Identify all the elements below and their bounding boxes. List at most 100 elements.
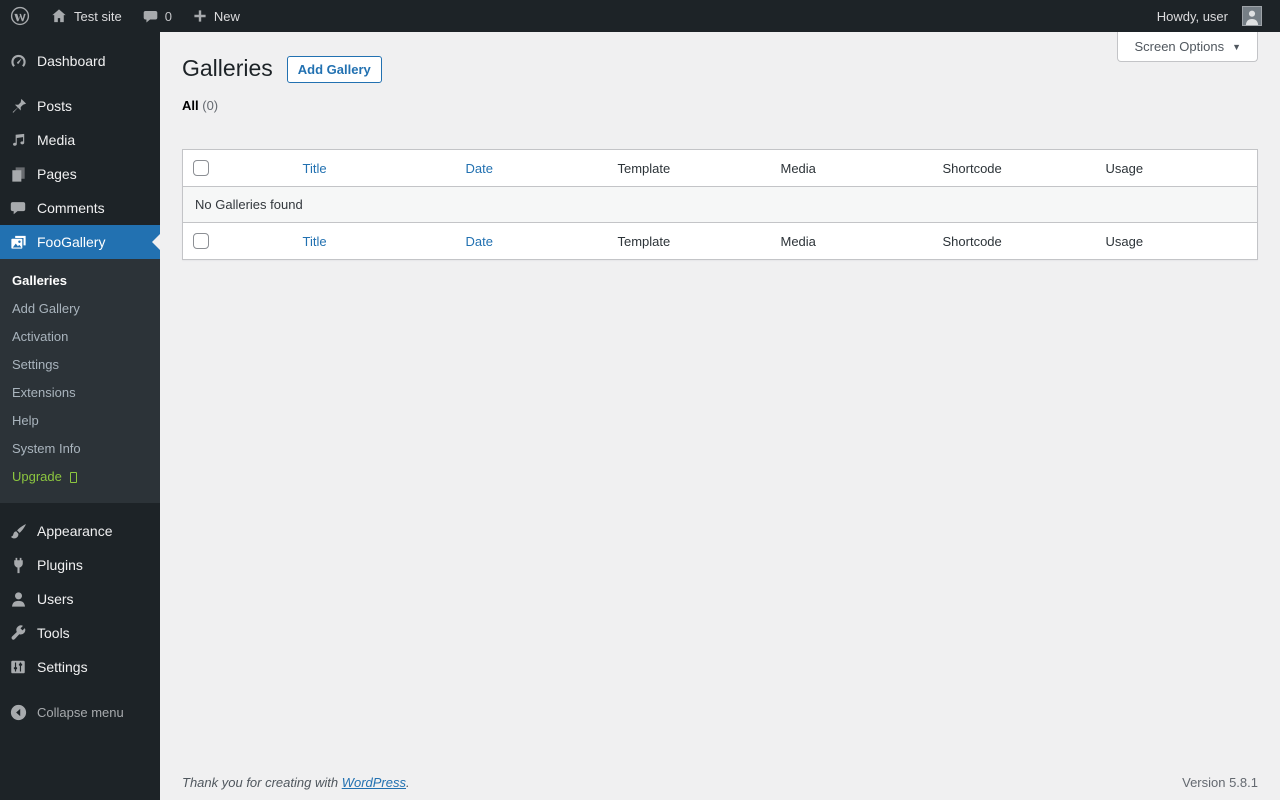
column-header-date[interactable]: Date [466, 161, 493, 176]
sidebar-item-label: Posts [37, 98, 73, 114]
sidebar-item-pages[interactable]: Pages [0, 157, 160, 191]
sidebar-item-appearance[interactable]: Appearance [0, 514, 160, 548]
comment-bubble-icon [142, 8, 159, 25]
sidebar-item-posts[interactable]: Posts [0, 89, 160, 123]
howdy-text: Howdy, user [1156, 8, 1228, 24]
comment-count: 0 [164, 8, 172, 24]
wordpress-link[interactable]: WordPress [342, 775, 406, 790]
table-footer-row: Title Date Template Media Shortcode Usag… [182, 222, 1258, 260]
collapse-arrow-icon [8, 703, 28, 722]
table-body: No Galleries found [182, 186, 1258, 223]
music-note-icon [8, 131, 28, 150]
page-header: Galleries Add Gallery [182, 32, 1258, 83]
comment-bubble-icon [8, 199, 28, 217]
add-gallery-button[interactable]: Add Gallery [286, 56, 382, 83]
submenu-item-extensions[interactable]: Extensions [0, 379, 160, 407]
screen-options-label: Screen Options [1134, 39, 1225, 54]
filter-links: All (0) [182, 98, 1258, 113]
sidebar-item-label: Users [37, 591, 74, 607]
footer-version: Version 5.8.1 [1182, 775, 1258, 790]
footer-thanks: Thank you for creating with WordPress. [182, 775, 410, 790]
collapse-menu-button[interactable]: Collapse menu [0, 695, 160, 729]
filter-all-count: (0) [202, 98, 219, 113]
account-menu[interactable]: Howdy, user [1147, 0, 1272, 32]
sidebar-item-label: Comments [37, 200, 105, 216]
sidebar-item-label: Settings [37, 659, 88, 675]
submenu-item-system-info[interactable]: System Info [0, 435, 160, 463]
chevron-down-icon: ▼ [1232, 41, 1241, 52]
pages-icon [8, 165, 28, 184]
sidebar-item-dashboard[interactable]: Dashboard [0, 44, 160, 78]
sliders-icon [8, 658, 28, 676]
column-footer-title[interactable]: Title [303, 234, 327, 249]
sidebar-item-comments[interactable]: Comments [0, 191, 160, 225]
submenu-item-settings[interactable]: Settings [0, 351, 160, 379]
column-footer-usage: Usage [1095, 222, 1258, 260]
user-icon [8, 590, 28, 609]
submenu-item-activation[interactable]: Activation [0, 323, 160, 351]
missing-glyph-icon [69, 471, 77, 483]
empty-row: No Galleries found [182, 186, 1258, 223]
submenu-item-add-gallery[interactable]: Add Gallery [0, 295, 160, 323]
collapse-menu-label: Collapse menu [37, 704, 124, 720]
dashboard-icon [8, 52, 28, 71]
table-footer: Title Date Template Media Shortcode Usag… [182, 222, 1258, 260]
wordpress-logo-icon [10, 6, 30, 26]
new-label: New [213, 8, 240, 24]
empty-message: No Galleries found [182, 186, 1258, 223]
site-link[interactable]: Test site [40, 0, 132, 32]
select-all-checkbox[interactable] [193, 160, 209, 177]
submenu-item-upgrade[interactable]: Upgrade [0, 463, 160, 491]
sidebar-item-label: Plugins [37, 557, 83, 573]
wrench-icon [8, 624, 28, 643]
admin-bar: Test site 0 New Howdy, user [0, 0, 1280, 32]
sidebar-item-label: Pages [37, 166, 77, 182]
sidebar-item-foogallery[interactable]: FooGallery [0, 225, 160, 259]
sidebar-item-users[interactable]: Users [0, 582, 160, 616]
paintbrush-icon [8, 522, 28, 541]
submenu-item-help[interactable]: Help [0, 407, 160, 435]
column-header-usage: Usage [1095, 149, 1258, 187]
column-header-title[interactable]: Title [303, 161, 327, 176]
menu-separator [0, 684, 160, 695]
admin-sidebar: Dashboard Posts Media Pages Comments Foo… [0, 32, 160, 800]
screen-options-button[interactable]: Screen Options ▼ [1117, 32, 1258, 62]
page-title: Galleries [182, 55, 273, 81]
main-content: Screen Options ▼ Galleries Add Gallery A… [160, 32, 1280, 800]
table-header: Title Date Template Media Shortcode Usag… [182, 149, 1258, 187]
column-header-template: Template [607, 149, 771, 187]
menu-separator [0, 503, 160, 514]
plug-icon [8, 556, 28, 575]
sidebar-item-label: Media [37, 132, 76, 148]
foogallery-submenu: Galleries Add Gallery Activation Setting… [0, 259, 160, 503]
submenu-item-galleries[interactable]: Galleries [0, 267, 160, 295]
column-header-media: Media [770, 149, 933, 187]
galleries-table: Title Date Template Media Shortcode Usag… [182, 149, 1258, 260]
sidebar-item-label: Dashboard [37, 53, 106, 69]
avatar [1242, 6, 1262, 26]
select-all-checkbox-bottom[interactable] [193, 233, 209, 250]
sidebar-item-plugins[interactable]: Plugins [0, 548, 160, 582]
sidebar-item-label: Tools [37, 625, 70, 641]
wordpress-logo-menu[interactable] [0, 0, 40, 32]
sidebar-item-tools[interactable]: Tools [0, 616, 160, 650]
table-header-row: Title Date Template Media Shortcode Usag… [182, 149, 1258, 187]
comments-menu[interactable]: 0 [132, 0, 182, 32]
gallery-icon [8, 233, 28, 252]
column-header-shortcode: Shortcode [932, 149, 1096, 187]
home-icon [50, 7, 68, 25]
sidebar-item-media[interactable]: Media [0, 123, 160, 157]
pushpin-icon [8, 97, 28, 116]
sidebar-item-label: Appearance [37, 523, 113, 539]
column-footer-media: Media [770, 222, 933, 260]
column-footer-template: Template [607, 222, 771, 260]
plus-icon [192, 8, 208, 24]
column-footer-date[interactable]: Date [466, 234, 493, 249]
site-name: Test site [74, 8, 122, 24]
sidebar-item-settings[interactable]: Settings [0, 650, 160, 684]
filter-all-link[interactable]: All [182, 98, 199, 113]
menu-separator [0, 78, 160, 89]
new-content-menu[interactable]: New [182, 0, 250, 32]
column-footer-shortcode: Shortcode [932, 222, 1096, 260]
sidebar-item-label: FooGallery [37, 234, 106, 250]
